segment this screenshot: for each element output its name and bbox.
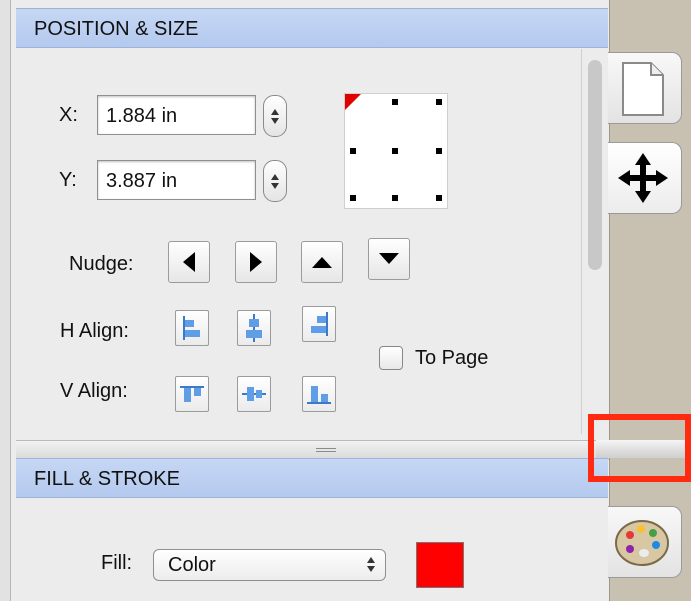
fill-type-value: Color: [168, 554, 216, 576]
y-label: Y:: [59, 169, 77, 191]
window-edge: [0, 0, 11, 601]
to-page-label[interactable]: To Page: [415, 347, 488, 370]
nudge-down-button[interactable]: [368, 238, 410, 280]
select-arrows-icon: [367, 557, 375, 572]
position-size-header[interactable]: POSITION & SIZE: [16, 8, 608, 48]
anchor-top-left-selected[interactable]: [345, 94, 361, 110]
align-center-icon: [246, 314, 262, 342]
tab-fill-stroke[interactable]: [608, 506, 682, 578]
stepper-up-icon[interactable]: [271, 173, 279, 180]
h-align-center-button[interactable]: [237, 310, 271, 346]
fill-stroke-title: FILL & STROKE: [34, 468, 180, 490]
arrow-up-icon: [312, 257, 332, 268]
highlight-annotation: [588, 414, 691, 482]
v-align-label: V Align:: [60, 380, 128, 402]
anchor-top-right[interactable]: [436, 99, 442, 105]
y-field[interactable]: 3.887 in: [97, 160, 256, 200]
anchor-point-grid[interactable]: [344, 93, 448, 209]
y-stepper[interactable]: [263, 160, 287, 202]
stepper-up-icon[interactable]: [271, 108, 279, 115]
x-value: 1.884 in: [106, 105, 178, 127]
fill-stroke-header[interactable]: FILL & STROKE: [16, 458, 608, 498]
scrollbar-thumb[interactable]: [588, 60, 602, 270]
tab-document[interactable]: [608, 52, 682, 124]
panel-splitter[interactable]: [16, 440, 609, 460]
align-top-icon: [180, 386, 204, 402]
fill-type-select[interactable]: Color: [153, 549, 386, 581]
move-arrows-icon: [618, 153, 668, 203]
nudge-right-button[interactable]: [235, 241, 277, 283]
v-align-middle-button[interactable]: [237, 376, 271, 412]
tab-position-size[interactable]: [608, 142, 682, 214]
anchor-top-center[interactable]: [392, 99, 398, 105]
arrow-right-icon: [250, 252, 262, 272]
align-left-icon: [183, 316, 200, 340]
h-align-label: H Align:: [60, 320, 129, 342]
arrow-left-icon: [183, 252, 195, 272]
fill-label: Fill:: [101, 552, 133, 574]
v-align-top-button[interactable]: [175, 376, 209, 412]
page-icon: [622, 62, 664, 116]
x-label: X:: [59, 104, 78, 126]
x-stepper[interactable]: [263, 95, 287, 137]
splitter-grip[interactable]: [316, 448, 336, 449]
h-align-right-button[interactable]: [302, 306, 336, 342]
to-page-checkbox[interactable]: [379, 346, 403, 370]
arrow-down-icon: [379, 253, 399, 264]
stepper-down-icon[interactable]: [271, 117, 279, 124]
fill-color-swatch[interactable]: [416, 542, 464, 588]
align-middle-icon: [242, 387, 266, 401]
anchor-bottom-left[interactable]: [350, 195, 356, 201]
position-size-title: POSITION & SIZE: [34, 18, 199, 40]
nudge-left-button[interactable]: [168, 241, 210, 283]
anchor-middle-left[interactable]: [350, 148, 356, 154]
y-value: 3.887 in: [106, 170, 178, 192]
anchor-bottom-right[interactable]: [436, 195, 442, 201]
anchor-middle-right[interactable]: [436, 148, 442, 154]
v-align-bottom-button[interactable]: [302, 376, 336, 412]
nudge-up-button[interactable]: [301, 241, 343, 283]
splitter-grip[interactable]: [316, 451, 336, 452]
inspector-panel: [11, 0, 609, 601]
x-field[interactable]: 1.884 in: [97, 95, 256, 135]
palette-icon: [615, 520, 669, 566]
anchor-center[interactable]: [392, 148, 398, 154]
anchor-bottom-center[interactable]: [392, 195, 398, 201]
align-right-icon: [311, 312, 328, 336]
stepper-down-icon[interactable]: [271, 182, 279, 189]
h-align-left-button[interactable]: [175, 310, 209, 346]
nudge-label: Nudge:: [69, 253, 134, 275]
align-bottom-icon: [307, 386, 331, 404]
